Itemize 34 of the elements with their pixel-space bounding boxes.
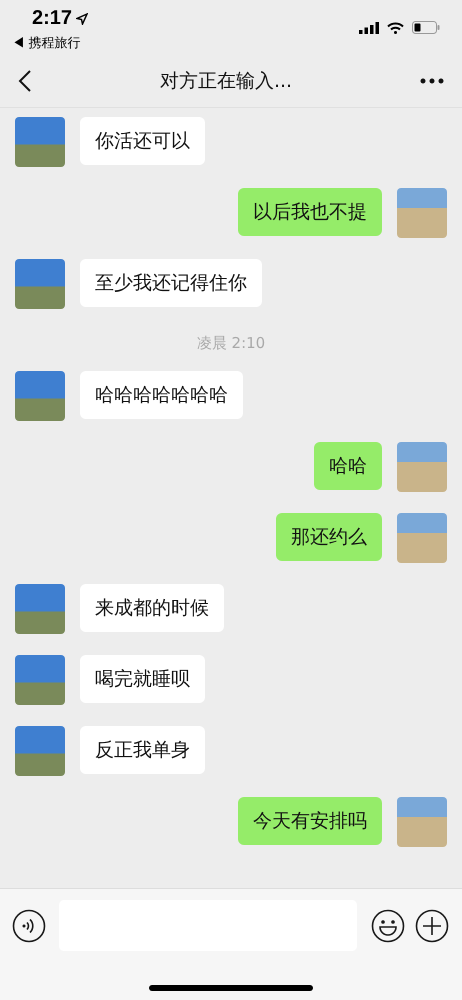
status-time: 2:17 — [32, 7, 72, 30]
message-bubble: 以后我也不提 — [238, 188, 382, 236]
message-bubble: 喝完就睡呗 — [80, 655, 205, 703]
avatar-photo-placeholder[interactable] — [15, 117, 65, 167]
avatar-photo-placeholder[interactable] — [397, 188, 447, 238]
avatar-photo-placeholder[interactable] — [397, 442, 447, 492]
avatar-photo-placeholder[interactable] — [397, 797, 447, 847]
avatar-photo-placeholder[interactable] — [15, 259, 65, 309]
back-to-app-link[interactable]: ◀ 携程旅行 — [12, 34, 81, 52]
avatar-photo-placeholder[interactable] — [15, 584, 65, 634]
avatar-photo-placeholder[interactable] — [15, 655, 65, 705]
chat-title: 对方正在输入... — [160, 69, 292, 94]
message-bubble: 哈哈 — [314, 442, 382, 490]
back-icon[interactable] — [18, 69, 32, 93]
emoji-icon[interactable] — [371, 908, 405, 942]
avatar-photo-placeholder[interactable] — [397, 513, 447, 563]
plus-icon[interactable] — [415, 908, 449, 942]
home-indicator[interactable] — [149, 985, 313, 991]
message-bubble: 你活还可以 — [80, 117, 205, 165]
avatar-photo-placeholder[interactable] — [15, 726, 65, 776]
location-arrow-icon — [76, 12, 88, 24]
message-bubble: 反正我单身 — [80, 726, 205, 774]
message-bubble: 至少我还记得住你 — [80, 259, 262, 307]
message-bubble: 来成都的时候 — [80, 584, 224, 632]
wifi-icon — [387, 22, 404, 34]
message-bubble: 那还约么 — [276, 513, 382, 561]
signal-icon — [359, 22, 379, 34]
message-bubble: 今天有安排吗 — [238, 797, 382, 845]
avatar-photo-placeholder[interactable] — [15, 371, 65, 421]
message-bubble: 哈哈哈哈哈哈哈 — [80, 371, 243, 419]
timestamp: 凌晨 2:10 — [196, 334, 266, 353]
battery-icon — [412, 21, 440, 34]
more-icon[interactable] — [420, 78, 444, 84]
voice-icon[interactable] — [12, 908, 46, 942]
